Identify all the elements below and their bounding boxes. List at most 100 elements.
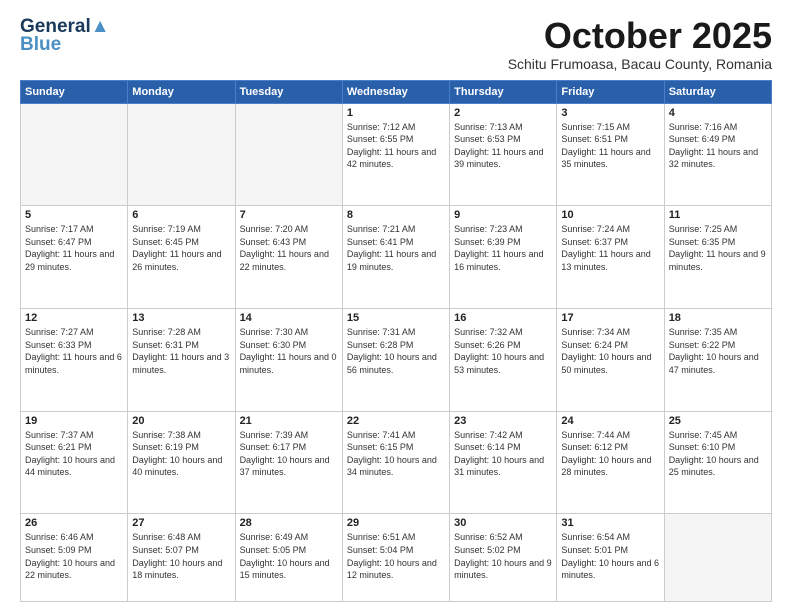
day-info: Sunrise: 7:27 AMSunset: 6:33 PMDaylight:… <box>25 326 123 376</box>
calendar-day-cell: 9 Sunrise: 7:23 AMSunset: 6:39 PMDayligh… <box>450 206 557 309</box>
calendar-day-cell: 10 Sunrise: 7:24 AMSunset: 6:37 PMDaylig… <box>557 206 664 309</box>
day-number: 4 <box>669 107 767 119</box>
calendar-day-cell: 3 Sunrise: 7:15 AMSunset: 6:51 PMDayligh… <box>557 103 664 206</box>
calendar-week-row: 26 Sunrise: 6:46 AMSunset: 5:09 PMDaylig… <box>21 514 772 602</box>
day-info: Sunrise: 7:15 AMSunset: 6:51 PMDaylight:… <box>561 121 659 171</box>
day-number: 30 <box>454 517 552 529</box>
calendar-week-row: 12 Sunrise: 7:27 AMSunset: 6:33 PMDaylig… <box>21 309 772 412</box>
calendar-day-cell: 28 Sunrise: 6:49 AMSunset: 5:05 PMDaylig… <box>235 514 342 602</box>
calendar-day-cell: 7 Sunrise: 7:20 AMSunset: 6:43 PMDayligh… <box>235 206 342 309</box>
day-number: 26 <box>25 517 123 529</box>
calendar-day-cell <box>235 103 342 206</box>
calendar-day-cell: 11 Sunrise: 7:25 AMSunset: 6:35 PMDaylig… <box>664 206 771 309</box>
day-info: Sunrise: 6:52 AMSunset: 5:02 PMDaylight:… <box>454 531 552 581</box>
calendar-day-cell: 4 Sunrise: 7:16 AMSunset: 6:49 PMDayligh… <box>664 103 771 206</box>
day-number: 18 <box>669 312 767 324</box>
calendar-day-cell: 18 Sunrise: 7:35 AMSunset: 6:22 PMDaylig… <box>664 309 771 412</box>
logo-blue: Blue <box>20 34 61 56</box>
calendar-day-cell: 8 Sunrise: 7:21 AMSunset: 6:41 PMDayligh… <box>342 206 449 309</box>
day-info: Sunrise: 7:38 AMSunset: 6:19 PMDaylight:… <box>132 429 230 479</box>
calendar-day-cell: 25 Sunrise: 7:45 AMSunset: 6:10 PMDaylig… <box>664 411 771 514</box>
day-info: Sunrise: 7:45 AMSunset: 6:10 PMDaylight:… <box>669 429 767 479</box>
calendar-day-cell: 14 Sunrise: 7:30 AMSunset: 6:30 PMDaylig… <box>235 309 342 412</box>
day-info: Sunrise: 7:35 AMSunset: 6:22 PMDaylight:… <box>669 326 767 376</box>
calendar-day-cell: 24 Sunrise: 7:44 AMSunset: 6:12 PMDaylig… <box>557 411 664 514</box>
day-number: 5 <box>25 209 123 221</box>
calendar-day-cell: 6 Sunrise: 7:19 AMSunset: 6:45 PMDayligh… <box>128 206 235 309</box>
day-number: 3 <box>561 107 659 119</box>
day-number: 23 <box>454 415 552 427</box>
day-info: Sunrise: 7:34 AMSunset: 6:24 PMDaylight:… <box>561 326 659 376</box>
day-info: Sunrise: 6:48 AMSunset: 5:07 PMDaylight:… <box>132 531 230 581</box>
day-number: 8 <box>347 209 445 221</box>
calendar-day-cell: 26 Sunrise: 6:46 AMSunset: 5:09 PMDaylig… <box>21 514 128 602</box>
day-info: Sunrise: 7:23 AMSunset: 6:39 PMDaylight:… <box>454 223 552 273</box>
calendar-day-cell: 27 Sunrise: 6:48 AMSunset: 5:07 PMDaylig… <box>128 514 235 602</box>
day-number: 13 <box>132 312 230 324</box>
calendar-day-cell: 30 Sunrise: 6:52 AMSunset: 5:02 PMDaylig… <box>450 514 557 602</box>
weekday-header: Monday <box>128 80 235 103</box>
day-number: 28 <box>240 517 338 529</box>
day-info: Sunrise: 7:12 AMSunset: 6:55 PMDaylight:… <box>347 121 445 171</box>
day-info: Sunrise: 7:41 AMSunset: 6:15 PMDaylight:… <box>347 429 445 479</box>
day-number: 21 <box>240 415 338 427</box>
day-number: 7 <box>240 209 338 221</box>
day-number: 20 <box>132 415 230 427</box>
calendar-day-cell: 16 Sunrise: 7:32 AMSunset: 6:26 PMDaylig… <box>450 309 557 412</box>
weekday-header: Tuesday <box>235 80 342 103</box>
day-number: 6 <box>132 209 230 221</box>
calendar-day-cell: 5 Sunrise: 7:17 AMSunset: 6:47 PMDayligh… <box>21 206 128 309</box>
calendar-day-cell <box>128 103 235 206</box>
calendar-day-cell: 19 Sunrise: 7:37 AMSunset: 6:21 PMDaylig… <box>21 411 128 514</box>
day-info: Sunrise: 7:21 AMSunset: 6:41 PMDaylight:… <box>347 223 445 273</box>
title-block: October 2025 Schitu Frumoasa, Bacau Coun… <box>508 16 772 72</box>
day-info: Sunrise: 7:20 AMSunset: 6:43 PMDaylight:… <box>240 223 338 273</box>
weekday-header: Friday <box>557 80 664 103</box>
weekday-header: Wednesday <box>342 80 449 103</box>
calendar-day-cell: 15 Sunrise: 7:31 AMSunset: 6:28 PMDaylig… <box>342 309 449 412</box>
day-number: 24 <box>561 415 659 427</box>
weekday-header: Thursday <box>450 80 557 103</box>
day-info: Sunrise: 7:25 AMSunset: 6:35 PMDaylight:… <box>669 223 767 273</box>
calendar-day-cell <box>21 103 128 206</box>
day-number: 19 <box>25 415 123 427</box>
location: Schitu Frumoasa, Bacau County, Romania <box>508 56 772 72</box>
day-info: Sunrise: 7:32 AMSunset: 6:26 PMDaylight:… <box>454 326 552 376</box>
calendar-header: SundayMondayTuesdayWednesdayThursdayFrid… <box>21 80 772 103</box>
day-number: 2 <box>454 107 552 119</box>
calendar-day-cell: 12 Sunrise: 7:27 AMSunset: 6:33 PMDaylig… <box>21 309 128 412</box>
day-number: 17 <box>561 312 659 324</box>
day-info: Sunrise: 7:19 AMSunset: 6:45 PMDaylight:… <box>132 223 230 273</box>
day-number: 1 <box>347 107 445 119</box>
day-number: 31 <box>561 517 659 529</box>
day-info: Sunrise: 6:46 AMSunset: 5:09 PMDaylight:… <box>25 531 123 581</box>
day-number: 15 <box>347 312 445 324</box>
day-number: 9 <box>454 209 552 221</box>
day-number: 10 <box>561 209 659 221</box>
calendar-week-row: 1 Sunrise: 7:12 AMSunset: 6:55 PMDayligh… <box>21 103 772 206</box>
day-number: 29 <box>347 517 445 529</box>
calendar-day-cell: 20 Sunrise: 7:38 AMSunset: 6:19 PMDaylig… <box>128 411 235 514</box>
day-info: Sunrise: 7:16 AMSunset: 6:49 PMDaylight:… <box>669 121 767 171</box>
calendar-day-cell: 23 Sunrise: 7:42 AMSunset: 6:14 PMDaylig… <box>450 411 557 514</box>
month-title: October 2025 <box>508 16 772 56</box>
calendar-table: SundayMondayTuesdayWednesdayThursdayFrid… <box>20 80 772 602</box>
day-info: Sunrise: 6:51 AMSunset: 5:04 PMDaylight:… <box>347 531 445 581</box>
day-info: Sunrise: 7:13 AMSunset: 6:53 PMDaylight:… <box>454 121 552 171</box>
calendar-day-cell: 17 Sunrise: 7:34 AMSunset: 6:24 PMDaylig… <box>557 309 664 412</box>
day-info: Sunrise: 7:30 AMSunset: 6:30 PMDaylight:… <box>240 326 338 376</box>
calendar-day-cell: 29 Sunrise: 6:51 AMSunset: 5:04 PMDaylig… <box>342 514 449 602</box>
weekday-header: Sunday <box>21 80 128 103</box>
calendar-day-cell: 1 Sunrise: 7:12 AMSunset: 6:55 PMDayligh… <box>342 103 449 206</box>
day-info: Sunrise: 7:24 AMSunset: 6:37 PMDaylight:… <box>561 223 659 273</box>
day-number: 16 <box>454 312 552 324</box>
day-number: 25 <box>669 415 767 427</box>
day-info: Sunrise: 7:42 AMSunset: 6:14 PMDaylight:… <box>454 429 552 479</box>
day-info: Sunrise: 6:54 AMSunset: 5:01 PMDaylight:… <box>561 531 659 581</box>
day-info: Sunrise: 7:28 AMSunset: 6:31 PMDaylight:… <box>132 326 230 376</box>
calendar-week-row: 5 Sunrise: 7:17 AMSunset: 6:47 PMDayligh… <box>21 206 772 309</box>
day-info: Sunrise: 7:44 AMSunset: 6:12 PMDaylight:… <box>561 429 659 479</box>
logo: General▲ Blue <box>20 16 110 56</box>
day-number: 14 <box>240 312 338 324</box>
calendar-day-cell: 21 Sunrise: 7:39 AMSunset: 6:17 PMDaylig… <box>235 411 342 514</box>
